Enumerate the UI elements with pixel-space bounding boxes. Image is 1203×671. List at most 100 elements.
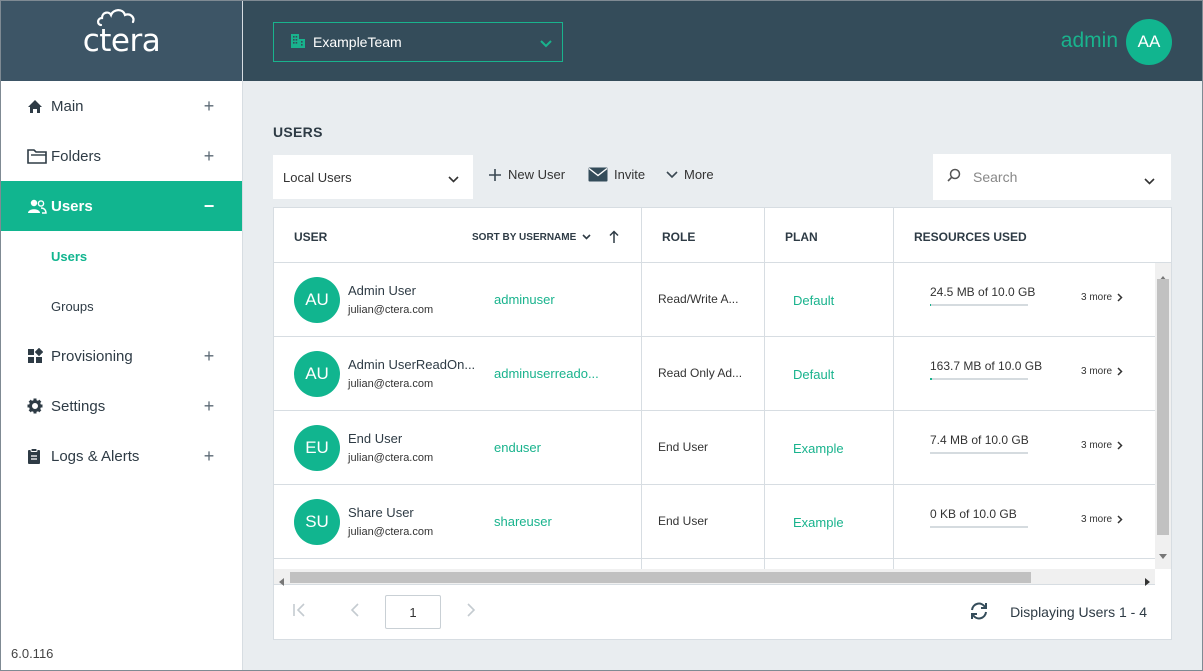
invite-label: Invite [614, 167, 646, 182]
resources-used: 24.5 MB of 10.0 GB [930, 285, 1036, 299]
column-header-plan[interactable]: PLAN [785, 230, 818, 244]
user-role: Read/Write A... [658, 292, 739, 306]
expand-icon[interactable]: + [202, 347, 216, 365]
chevron-down-icon [666, 170, 678, 179]
subnav-item-groups[interactable]: Groups [1, 281, 242, 331]
expand-icon[interactable]: + [202, 447, 216, 465]
nav-label-users: Users [51, 197, 93, 215]
refresh-icon[interactable] [969, 602, 989, 625]
table-row[interactable]: AU Admin UserReadOn... julian@ctera.com … [274, 337, 1155, 411]
more-resources-link[interactable]: 3 more [1081, 366, 1123, 377]
horizontal-scrollbar[interactable] [274, 569, 1155, 586]
gear-icon [27, 397, 49, 415]
user-name: End User [348, 431, 403, 446]
user-name: Admin User [348, 283, 416, 298]
more-label: More [684, 167, 714, 182]
plan-link[interactable]: Example [793, 441, 844, 456]
user-avatar[interactable]: AA [1126, 19, 1172, 65]
nav-item-settings[interactable]: Settings + [1, 381, 242, 431]
more-resources-label: 3 more [1081, 440, 1113, 451]
column-header-resources[interactable]: RESOURCES USED [914, 230, 1027, 244]
current-user-name[interactable]: admin [1061, 29, 1118, 53]
plan-link[interactable]: Default [793, 367, 834, 382]
users-table: USER SORT BY USERNAME ROLE PLAN RESOURCE… [273, 207, 1172, 640]
new-user-button[interactable]: New User [488, 167, 565, 182]
user-email: julian@ctera.com [348, 526, 434, 538]
expand-icon[interactable]: + [202, 97, 216, 115]
nav-item-users[interactable]: Users − [1, 181, 242, 231]
building-icon [290, 33, 306, 51]
vertical-scrollbar[interactable] [1155, 263, 1171, 569]
user-avatar: AU [294, 277, 340, 323]
sort-by-username[interactable]: SORT BY USERNAME [472, 230, 619, 244]
subnav-item-users[interactable]: Users [1, 231, 242, 281]
user-avatar: AU [294, 351, 340, 397]
table-row[interactable]: AU Admin User julian@ctera.com adminuser… [274, 263, 1155, 337]
sort-ascending-icon[interactable] [609, 230, 619, 244]
version-label: 6.0.116 [11, 646, 54, 661]
page-title: USERS [273, 124, 323, 140]
chevron-right-icon [1117, 293, 1123, 302]
table-row[interactable]: EU End User julian@ctera.com enduser End… [274, 411, 1155, 485]
next-page-icon[interactable] [466, 603, 476, 622]
column-header-role[interactable]: ROLE [662, 230, 695, 244]
more-resources-label: 3 more [1081, 514, 1113, 525]
main-content: USERS Local Users New User Invite More S… [243, 81, 1202, 670]
nav-item-logs-alerts[interactable]: Logs & Alerts + [1, 431, 242, 481]
search-box [933, 154, 1171, 200]
user-role: End User [658, 514, 709, 528]
expand-icon[interactable]: + [202, 147, 216, 165]
page-number-input[interactable] [385, 595, 441, 629]
display-count: Displaying Users 1 - 4 [1010, 604, 1147, 620]
more-button[interactable]: More [666, 167, 714, 182]
first-page-icon[interactable] [292, 603, 306, 622]
chevron-down-icon[interactable] [1144, 172, 1155, 190]
more-resources-label: 3 more [1081, 366, 1113, 377]
user-avatar: EU [294, 425, 340, 471]
provisioning-icon [27, 347, 49, 365]
nav-label-logs-alerts: Logs & Alerts [51, 447, 140, 465]
sort-label: SORT BY USERNAME [472, 231, 577, 243]
more-resources-link[interactable]: 3 more [1081, 514, 1123, 525]
user-role: Read Only Ad... [658, 366, 743, 380]
expand-icon[interactable]: + [202, 397, 216, 415]
ctera-logo[interactable]: ctera [83, 9, 161, 59]
home-icon [27, 97, 49, 115]
vertical-scroll-thumb[interactable] [1157, 279, 1169, 535]
user-avatar: SU [294, 499, 340, 545]
invite-button[interactable]: Invite [588, 167, 645, 182]
main-nav: Main + Folders + Users − Users Groups Pr… [1, 81, 242, 481]
usage-bar [930, 378, 1028, 380]
resources-used: 7.4 MB of 10.0 GB [930, 433, 1029, 447]
horizontal-scroll-thumb[interactable] [290, 572, 1031, 583]
username-link[interactable]: adminuser [494, 292, 555, 307]
usage-bar [930, 452, 1028, 454]
username-link[interactable]: shareuser [494, 514, 552, 529]
folders-icon [27, 147, 49, 165]
user-type-select[interactable]: Local Users [273, 155, 473, 199]
resources-used: 163.7 MB of 10.0 GB [930, 359, 1043, 373]
nav-label-main: Main [51, 97, 84, 115]
nav-item-main[interactable]: Main + [1, 81, 242, 131]
more-resources-label: 3 more [1081, 292, 1113, 303]
column-header-user: USER [294, 230, 328, 244]
collapse-icon[interactable]: − [202, 197, 216, 215]
username-link[interactable]: adminuserreado... [494, 366, 599, 381]
users-icon [27, 197, 49, 215]
app-window: ctera Main + Folders + Users − Users Gro… [0, 0, 1203, 671]
previous-page-icon[interactable] [350, 603, 360, 622]
user-role: End User [658, 440, 709, 454]
chevron-right-icon [1117, 367, 1123, 376]
username-link[interactable]: enduser [494, 440, 541, 455]
plan-link[interactable]: Default [793, 293, 834, 308]
more-resources-link[interactable]: 3 more [1081, 440, 1123, 451]
more-resources-link[interactable]: 3 more [1081, 292, 1123, 303]
table-row[interactable]: SU Share User julian@ctera.com shareuser… [274, 485, 1155, 559]
scroll-down-arrow-icon[interactable] [1159, 546, 1167, 564]
team-selector[interactable]: ExampleTeam [273, 22, 563, 62]
search-input[interactable] [973, 169, 1133, 185]
plan-link[interactable]: Example [793, 515, 844, 530]
nav-item-provisioning[interactable]: Provisioning + [1, 331, 242, 381]
usage-bar [930, 526, 1028, 528]
nav-item-folders[interactable]: Folders + [1, 131, 242, 181]
